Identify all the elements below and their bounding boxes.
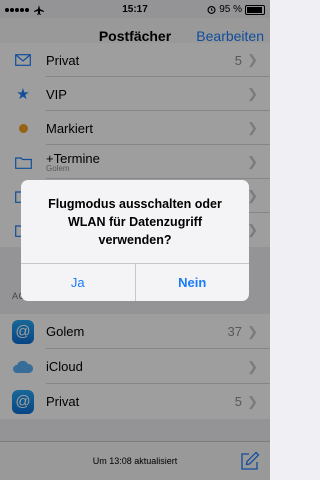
alert-buttons: Ja Nein: [21, 263, 249, 301]
alert-message: Flugmodus ausschalten oder WLAN für Date…: [48, 197, 222, 247]
no-button[interactable]: Nein: [134, 264, 250, 301]
yes-button[interactable]: Ja: [21, 264, 135, 301]
alert-dialog: Flugmodus ausschalten oder WLAN für Date…: [21, 180, 249, 301]
